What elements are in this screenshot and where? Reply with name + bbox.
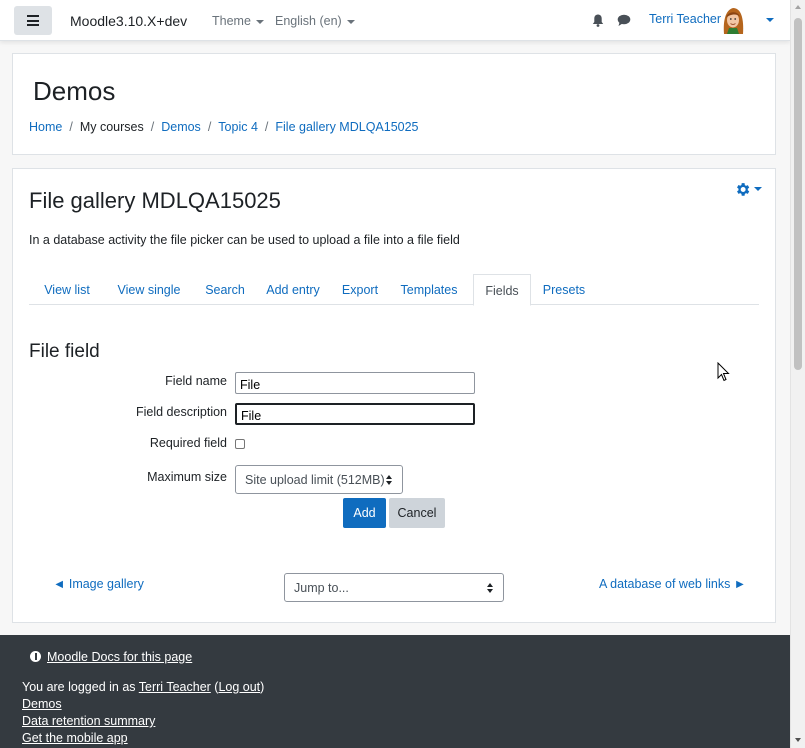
tab-templates[interactable]: Templates bbox=[395, 274, 463, 305]
activity-region: File gallery MDLQA15025 In a database ac… bbox=[12, 168, 776, 623]
breadcrumb-my-courses: My courses bbox=[79, 120, 144, 134]
breadcrumb-separator: / bbox=[69, 120, 73, 134]
mobile-app-label: Get the mobile app bbox=[22, 731, 128, 745]
course-title: Demos bbox=[33, 76, 116, 106]
select-arrows-icon bbox=[386, 475, 392, 485]
cursor-icon bbox=[717, 362, 730, 382]
page-header: Demos Home / My courses / Demos / Topic 4 / File… bbox=[12, 53, 776, 155]
page-footer: Moodle Docs for this page You are logged… bbox=[0, 635, 790, 748]
logged-in-prefix: You are logged in as bbox=[22, 680, 139, 694]
language-menu-label: English (en) bbox=[275, 14, 342, 28]
breadcrumb-activity[interactable]: File gallery MDLQA15025 bbox=[275, 120, 418, 134]
field-name-input[interactable] bbox=[235, 372, 475, 394]
tab-view-list[interactable]: View list bbox=[29, 274, 105, 305]
logout-close-paren: ) bbox=[260, 680, 265, 694]
breadcrumb-separator: / bbox=[207, 120, 212, 134]
breadcrumb-separator: / bbox=[264, 120, 269, 134]
data-retention-label: Data retention summary bbox=[22, 714, 156, 728]
chevron-down-icon bbox=[754, 187, 762, 191]
maximum-size-select[interactable]: Site upload limit (512MB) bbox=[235, 465, 403, 494]
language-menu[interactable]: English (en) bbox=[275, 14, 355, 28]
login-info: You are logged in as Terri Teacher (Log … bbox=[22, 680, 264, 694]
add-button[interactable]: Add bbox=[343, 498, 386, 528]
tab-bar: View list View single Search Add entry E… bbox=[29, 274, 759, 306]
chat-icon[interactable] bbox=[617, 14, 631, 27]
activity-description: In a database activity the file picker c… bbox=[29, 233, 460, 247]
chevron-down-icon bbox=[346, 19, 355, 24]
moodle-docs-link[interactable]: Moodle Docs for this page bbox=[47, 650, 192, 664]
footer-demos-link[interactable]: Demos bbox=[22, 697, 62, 711]
user-name[interactable]: Terri Teacher bbox=[649, 12, 721, 26]
maximum-size-value: Site upload limit (512MB) bbox=[245, 473, 385, 487]
mobile-app-link[interactable]: Get the mobile app bbox=[22, 731, 128, 745]
logout-link[interactable]: Log out bbox=[218, 680, 260, 694]
avatar[interactable] bbox=[718, 4, 748, 36]
scrollbar-thumb[interactable] bbox=[794, 18, 802, 370]
required-field-label: Required field bbox=[149, 436, 227, 450]
top-navbar: Moodle3.10.X+dev Theme English (en) Terr… bbox=[0, 0, 790, 41]
cancel-button[interactable]: Cancel bbox=[389, 498, 445, 528]
jump-to-placeholder: Jump to... bbox=[294, 581, 349, 595]
info-icon bbox=[30, 651, 41, 662]
theme-menu[interactable]: Theme bbox=[212, 14, 264, 28]
tab-fields[interactable]: Fields bbox=[473, 274, 531, 306]
bell-icon[interactable] bbox=[592, 14, 604, 27]
scroll-up-arrow-icon[interactable] bbox=[795, 5, 801, 9]
breadcrumb-home[interactable]: Home bbox=[29, 120, 62, 134]
section-title: File field bbox=[29, 341, 100, 362]
activity-title: File gallery MDLQA15025 bbox=[29, 188, 281, 213]
hamburger-icon[interactable] bbox=[14, 6, 52, 35]
breadcrumb: Home / My courses / Demos / Topic 4 / File galle… bbox=[29, 120, 419, 134]
profile-link[interactable]: Terri Teacher bbox=[139, 680, 211, 694]
field-name-label: Field name bbox=[165, 374, 227, 388]
scroll-down-arrow-icon[interactable] bbox=[795, 738, 801, 742]
page-scrollbar[interactable] bbox=[790, 0, 805, 748]
select-arrows-icon bbox=[487, 583, 493, 593]
next-activity-link[interactable]: A database of web links ► bbox=[599, 577, 746, 591]
site-brand[interactable]: Moodle3.10.X+dev bbox=[70, 13, 187, 29]
previous-activity-link[interactable]: ◄ Image gallery bbox=[53, 577, 144, 591]
required-field-checkbox[interactable] bbox=[235, 439, 245, 449]
field-description-input[interactable] bbox=[235, 403, 475, 425]
tab-add-entry[interactable]: Add entry bbox=[261, 274, 325, 305]
breadcrumb-demos[interactable]: Demos bbox=[161, 120, 201, 134]
maximum-size-label: Maximum size bbox=[147, 470, 227, 484]
jump-to-select[interactable]: Jump to... bbox=[284, 573, 504, 602]
actions-menu[interactable] bbox=[734, 181, 762, 201]
field-description-label: Field description bbox=[135, 405, 227, 419]
breadcrumb-separator: / bbox=[150, 120, 155, 134]
chevron-down-icon bbox=[766, 17, 774, 22]
gear-icon bbox=[737, 183, 750, 196]
moodle-docs-link-label: Moodle Docs for this page bbox=[47, 650, 193, 664]
tab-search[interactable]: Search bbox=[195, 274, 255, 305]
chevron-down-icon bbox=[255, 19, 264, 24]
data-retention-link[interactable]: Data retention summary bbox=[22, 714, 155, 728]
user-menu-toggle[interactable] bbox=[761, 12, 774, 26]
tab-view-single[interactable]: View single bbox=[107, 274, 191, 305]
tab-export[interactable]: Export bbox=[332, 274, 388, 305]
tab-presets[interactable]: Presets bbox=[539, 274, 589, 305]
theme-menu-label: Theme bbox=[212, 14, 251, 28]
breadcrumb-topic[interactable]: Topic 4 bbox=[218, 120, 258, 134]
footer-demos-label: Demos bbox=[22, 697, 62, 711]
